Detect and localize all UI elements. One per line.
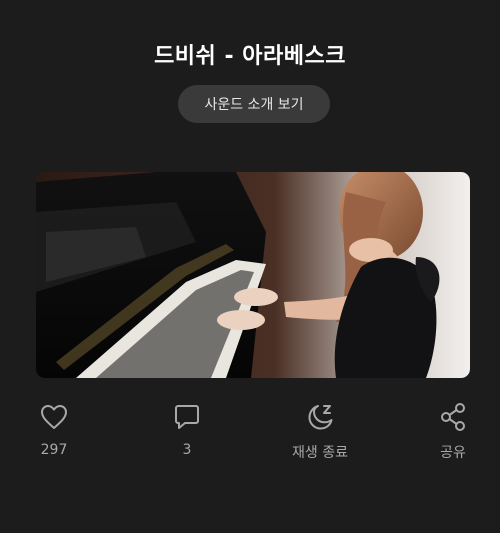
like-count: 297 [40,442,68,458]
heart-icon [39,402,69,432]
share-icon [438,402,468,432]
share-button[interactable]: 공유 [403,402,500,466]
like-button[interactable]: 297 [4,402,104,466]
sleep-timer-button[interactable]: 재생 종료 [270,402,370,466]
comment-button[interactable]: 3 [137,402,237,466]
sleep-timer-label: 재생 종료 [292,445,348,461]
moon-sleep-icon [305,402,335,432]
comment-icon [172,402,202,432]
share-label: 공유 [440,445,466,461]
video-thumbnail-image [36,172,470,378]
action-bar: 297 3 재생 종료 공유 [0,402,500,472]
video-thumbnail[interactable] [36,172,470,378]
comment-count: 3 [182,442,192,458]
sound-intro-button[interactable]: 사운드 소개 보기 [178,85,330,123]
page-title: 드비쉬 - 아라베스크 [154,44,346,69]
